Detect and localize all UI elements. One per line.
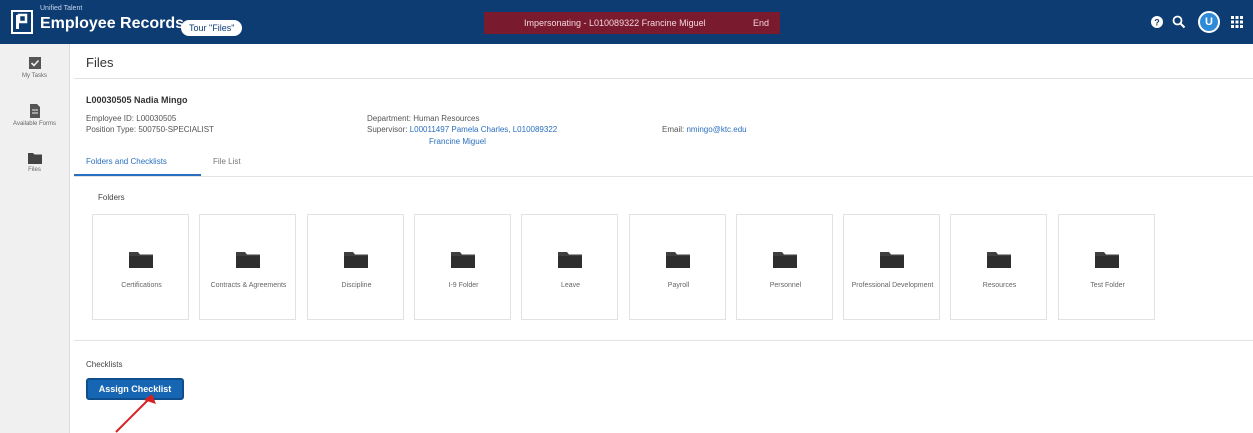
folder-tile[interactable]: Certifications (92, 214, 189, 320)
employee-name: L00030505 Nadia Mingo (86, 95, 188, 105)
folder-label: Certifications (121, 282, 162, 289)
department: Department: Human Resources (367, 114, 480, 123)
section-divider (74, 340, 1253, 341)
tour-files-button[interactable]: Tour "Files" (181, 20, 243, 36)
sidebar: My Tasks Available Forms Files (0, 44, 70, 433)
supervisor-row: Supervisor: L00011497 Pamela Charles, L0… (367, 125, 557, 134)
tab-folders-and-checklists[interactable]: Folders and Checklists (86, 157, 167, 166)
title-divider (74, 78, 1253, 79)
end-impersonation-link[interactable]: End (753, 18, 769, 28)
sidebar-item-available-forms[interactable]: Available Forms (0, 104, 69, 127)
folder-label: Test Folder (1090, 282, 1125, 289)
folder-tile[interactable]: Contracts & Agreements (199, 214, 296, 320)
folder-tile[interactable]: Discipline (307, 214, 404, 320)
user-avatar[interactable]: U (1198, 11, 1220, 33)
folder-tile[interactable]: Leave (521, 214, 618, 320)
brand-subtitle: Unified Talent (40, 5, 83, 12)
supervisor-label: Supervisor: (367, 125, 408, 134)
folder-icon (880, 252, 904, 268)
position-type: Position Type: 500750-SPECIALIST (86, 125, 214, 134)
document-icon (29, 104, 40, 118)
folder-label: Contracts & Agreements (210, 282, 287, 289)
folder-icon (987, 252, 1011, 268)
check-icon (28, 57, 41, 69)
checklists-section-title: Checklists (86, 360, 123, 369)
folders-section-title: Folders (98, 193, 125, 202)
top-bar: Unified Talent Employee Records Tour "Fi… (0, 0, 1253, 44)
folder-tile[interactable]: I-9 Folder (414, 214, 511, 320)
app-title: Employee Records (40, 15, 185, 32)
supervisor-link-2[interactable]: Francine Miguel (429, 137, 486, 146)
svg-text:?: ? (1154, 18, 1160, 28)
help-icon[interactable]: ? (1150, 14, 1164, 30)
folder-tile[interactable]: Test Folder (1058, 214, 1155, 320)
logo-icon (11, 10, 33, 34)
sidebar-item-label: My Tasks (22, 73, 47, 79)
folder-icon (773, 252, 797, 268)
folder-label: Payroll (667, 282, 690, 289)
folder-icon (451, 252, 475, 268)
folder-icon (236, 252, 260, 268)
app-grid-icon[interactable] (1230, 14, 1244, 30)
sidebar-item-my-tasks[interactable]: My Tasks (0, 56, 69, 79)
search-icon[interactable] (1172, 14, 1186, 30)
page-title: Files (86, 55, 114, 70)
email-link[interactable]: nmingo@ktc.edu (686, 125, 746, 134)
folder-tile[interactable]: Payroll (629, 214, 726, 320)
impersonation-banner: Impersonating - L010089322 Francine Migu… (484, 12, 780, 34)
sidebar-item-label: Available Forms (13, 121, 56, 127)
folder-icon (666, 252, 690, 268)
supervisor-link[interactable]: L00011497 Pamela Charles, L010089322 (410, 125, 558, 134)
annotation-arrow-icon (115, 394, 156, 433)
impersonation-text: Impersonating - L010089322 Francine Migu… (524, 18, 706, 28)
folder-icon (129, 252, 153, 268)
folder-label: Professional Development (851, 282, 934, 289)
folder-label: Leave (560, 282, 581, 289)
tabs-divider (74, 176, 1253, 177)
sidebar-item-label: Files (28, 167, 41, 173)
folder-label: Resources (982, 282, 1017, 289)
folder-label: Discipline (341, 282, 372, 289)
supervisor-row-2: Francine Miguel (429, 137, 486, 146)
sidebar-item-files[interactable]: Files (0, 152, 69, 173)
folder-tile[interactable]: Professional Development (843, 214, 940, 320)
folder-icon (558, 252, 582, 268)
email-label: Email: (662, 125, 685, 134)
folder-tile[interactable]: Personnel (736, 214, 833, 320)
employee-id: Employee ID: L00030505 (86, 114, 177, 123)
folder-icon (1095, 252, 1119, 268)
folder-label: Personnel (769, 282, 802, 289)
folder-icon (344, 252, 368, 268)
folder-label: I-9 Folder (448, 282, 479, 289)
folder-icon (27, 153, 42, 164)
email-row: Email: nmingo@ktc.edu (662, 125, 747, 134)
tab-file-list[interactable]: File List (213, 157, 241, 166)
folder-tile[interactable]: Resources (950, 214, 1047, 320)
